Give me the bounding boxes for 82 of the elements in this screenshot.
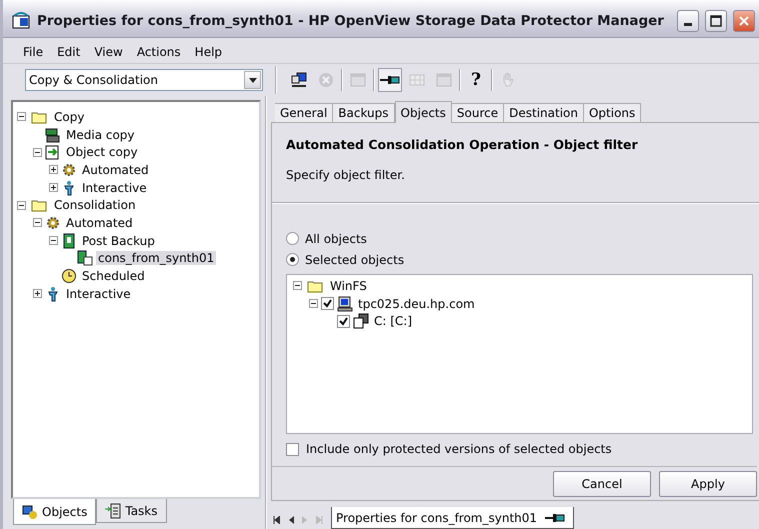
dropdown-button[interactable] [244, 71, 261, 89]
maximize-button[interactable] [705, 10, 727, 32]
tree-item[interactable]: cons_from_synth01 [96, 251, 216, 266]
tree-item[interactable]: Consolidation [52, 198, 138, 212]
collapse-icon[interactable] [293, 281, 302, 290]
checkbox[interactable] [337, 314, 350, 328]
window-title: Properties for cons_from_synth01 - HP OpenView Storage Data Protector Manager [37, 12, 665, 28]
close-icon [738, 14, 750, 26]
window-icon [436, 72, 452, 88]
document-icon [77, 250, 93, 266]
book-icon [61, 232, 77, 249]
tree-item[interactable]: tpc025.deu.hp.com [356, 296, 477, 311]
tree-item[interactable]: Copy [52, 110, 86, 124]
tree-item[interactable]: WinFS [328, 278, 369, 293]
collapse-icon[interactable] [49, 236, 58, 246]
minimize-icon [684, 23, 692, 26]
menu-item[interactable]: Actions [130, 42, 187, 60]
radio-button[interactable] [286, 232, 299, 245]
tree-item[interactable]: Interactive [80, 180, 149, 195]
gear-icon [61, 162, 77, 178]
section-heading: Automated Consolidation Operation - Object filter [286, 137, 639, 152]
dialog-button[interactable]: Apply [659, 471, 757, 497]
menu-item[interactable]: View [88, 42, 129, 60]
radio-label[interactable]: Selected objects [305, 252, 404, 266]
collapse-icon[interactable] [17, 200, 26, 210]
menu-item[interactable]: Edit [51, 42, 86, 60]
pin-icon [380, 74, 400, 86]
checkbox-label[interactable]: Include only protected versions of selected objects [306, 442, 612, 456]
tree-item[interactable]: Object copy [64, 145, 140, 160]
tab[interactable]: Objects [13, 499, 96, 525]
grid-icon [409, 72, 425, 88]
collapse-icon[interactable] [33, 218, 42, 228]
dialog-button[interactable]: Cancel [553, 471, 651, 497]
expand-icon[interactable] [49, 183, 58, 192]
toolbar-button[interactable] [378, 68, 402, 92]
tab[interactable]: Tasks [96, 499, 166, 523]
tab[interactable]: Backups [333, 103, 395, 122]
checkbox[interactable] [286, 442, 299, 456]
computer-icon [337, 296, 353, 312]
network-computer-icon [291, 72, 307, 88]
pin-icon [545, 512, 566, 524]
collapse-icon[interactable] [309, 299, 318, 308]
previous-icon[interactable] [288, 516, 294, 524]
tab[interactable]: Options [584, 103, 642, 122]
tree-item[interactable]: Scheduled [80, 269, 147, 284]
minimize-button[interactable] [677, 10, 699, 32]
expand-icon[interactable] [49, 165, 58, 174]
close-button[interactable] [733, 10, 755, 32]
tree-item[interactable]: Interactive [64, 286, 133, 301]
tape-drive-icon [45, 126, 61, 143]
checkbox[interactable] [321, 297, 334, 310]
expand-icon[interactable] [33, 289, 42, 298]
drive-icon [353, 313, 369, 330]
menu-item[interactable]: Help [188, 42, 228, 60]
menu-item[interactable]: File [17, 42, 50, 60]
description-text: Specify object filter. [286, 168, 406, 182]
app-icon [11, 12, 31, 30]
help-button[interactable]: ? [464, 68, 488, 92]
task-list-icon [105, 502, 122, 518]
tab[interactable]: General [275, 103, 334, 122]
radio-button[interactable] [286, 253, 299, 266]
objects-icon [22, 504, 38, 520]
window-tab[interactable]: Properties for cons_from_synth01 [331, 507, 574, 529]
tab[interactable]: Source [452, 103, 504, 122]
radio-label[interactable]: All objects [305, 232, 367, 246]
tree-item[interactable]: Media copy [64, 128, 137, 142]
collapse-icon[interactable] [33, 148, 42, 157]
caret-icon [248, 78, 256, 82]
tree-item[interactable]: Post Backup [80, 234, 157, 248]
tree-item[interactable]: Automated [64, 216, 135, 230]
context-dropdown[interactable]: Copy & Consolidation [25, 69, 263, 91]
window-icon [350, 72, 366, 88]
cancel-icon [318, 72, 334, 88]
collapse-icon[interactable] [17, 112, 26, 122]
tree-item[interactable]: C: [C:] [372, 314, 414, 328]
first-page-icon[interactable] [273, 516, 280, 524]
tab[interactable]: Objects [394, 101, 452, 123]
tab[interactable]: Destination [504, 103, 584, 122]
tree-item[interactable]: Automated [80, 162, 151, 177]
maximize-icon [710, 14, 722, 26]
gear-icon [45, 214, 61, 231]
clock-icon [61, 268, 77, 284]
